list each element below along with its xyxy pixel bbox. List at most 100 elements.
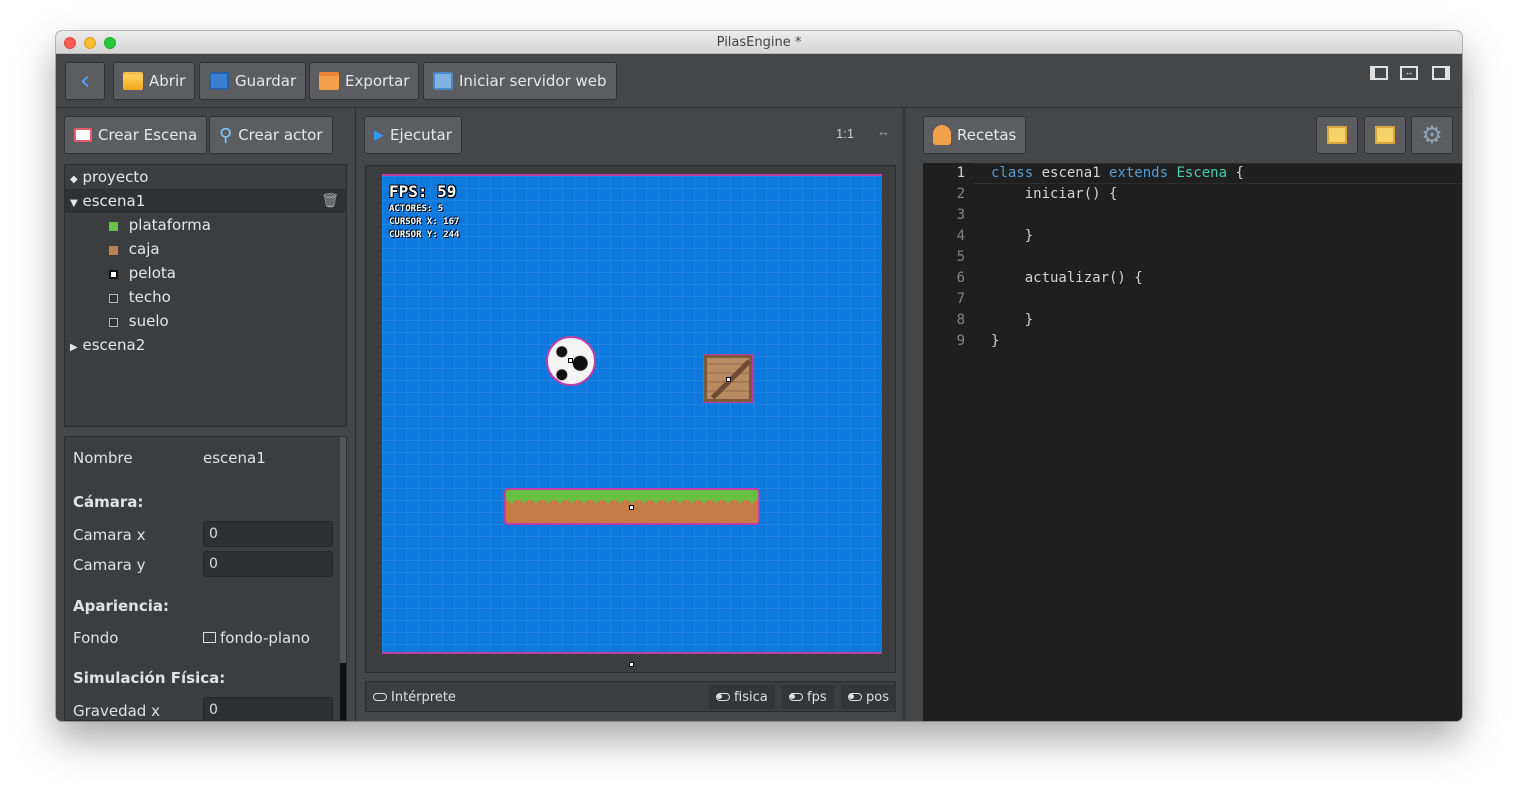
tree-item-label: proyecto bbox=[82, 168, 149, 186]
export-button[interactable]: Exportar bbox=[309, 62, 420, 100]
background-value-text: fondo-plano bbox=[220, 629, 310, 647]
camera-x-input[interactable]: 0 bbox=[203, 521, 333, 547]
right-panel: Recetas ⚙ 1 2 3 4 5 6 7 8 9 class escena bbox=[906, 108, 1462, 721]
tree-item-label: plataforma bbox=[128, 216, 211, 234]
create-scene-button[interactable]: Crear Escena bbox=[64, 116, 208, 154]
properties-scrollbar[interactable] bbox=[340, 437, 346, 720]
line-number-gutter: 1 2 3 4 5 6 7 8 9 bbox=[923, 163, 973, 721]
save-disk-icon bbox=[209, 72, 229, 90]
play-icon: ▶ bbox=[374, 127, 384, 143]
image-icon bbox=[203, 632, 216, 643]
scene-map-settings-button[interactable] bbox=[1316, 116, 1358, 154]
line-number: 5 bbox=[956, 249, 965, 265]
window-title: PilasEngine * bbox=[716, 35, 802, 50]
tree-item-label: escena1 bbox=[82, 192, 146, 210]
create-actor-label: Crear actor bbox=[238, 126, 323, 144]
tree-item-label: techo bbox=[128, 288, 171, 306]
toggle-off-icon bbox=[373, 693, 387, 701]
recipes-label: Recetas bbox=[957, 126, 1017, 144]
actor-origin-marker[interactable] bbox=[568, 358, 573, 363]
toggle-right-panel-icon[interactable] bbox=[1432, 66, 1450, 80]
tree-item-label: pelota bbox=[128, 264, 176, 282]
console-bar: Intérprete fisica fps pos bbox=[365, 681, 896, 712]
line-number: 8 bbox=[956, 312, 965, 328]
actor-figure-icon: ⚲ bbox=[219, 124, 233, 146]
app-window: PilasEngine * ‹ Abrir Guardar Exportar I… bbox=[56, 31, 1462, 721]
tree-item-actor[interactable]: plataforma bbox=[65, 213, 346, 237]
background-label: Fondo bbox=[73, 629, 119, 647]
open-label: Abrir bbox=[149, 72, 186, 90]
actor-origin-marker[interactable] bbox=[629, 505, 634, 510]
line-number: 4 bbox=[956, 228, 965, 244]
properties-panel: Nombre escena1 Cámara: Camara x 0 Camara… bbox=[64, 436, 347, 721]
main-toolbar: ‹ Abrir Guardar Exportar Iniciar servido… bbox=[56, 54, 1462, 108]
gravity-x-input[interactable]: 0 bbox=[203, 697, 333, 720]
run-label: Ejecutar bbox=[390, 126, 452, 144]
toggle-left-panel-icon[interactable] bbox=[1370, 66, 1388, 80]
create-actor-button[interactable]: ⚲ Crear actor bbox=[209, 116, 333, 154]
tree-item-label: caja bbox=[128, 240, 160, 258]
tree-item-project[interactable]: ◆ proyecto bbox=[65, 165, 346, 189]
fps-toggle[interactable]: fps bbox=[782, 685, 834, 709]
camera-y-input[interactable]: 0 bbox=[203, 551, 333, 577]
left-panel: Crear Escena ⚲ Crear actor ◆ proyecto ▼ … bbox=[56, 108, 356, 721]
scene-icon bbox=[74, 128, 92, 142]
toggle-on-icon bbox=[716, 693, 730, 701]
physics-label: fisica bbox=[734, 689, 768, 705]
tree-item-escena2[interactable]: ▶ escena2 bbox=[65, 333, 346, 357]
hud-actors: ACTORES: 5 bbox=[389, 204, 444, 214]
actor-suelo-marker[interactable] bbox=[629, 662, 634, 667]
tree-item-actor[interactable]: techo bbox=[65, 285, 346, 309]
camera-heading: Cámara: bbox=[73, 493, 144, 511]
actor-thumbnail-icon bbox=[109, 246, 118, 255]
actor-plataforma[interactable] bbox=[504, 488, 760, 525]
background-value[interactable]: fondo-plano bbox=[203, 629, 310, 647]
caret-right-icon[interactable]: ▶ bbox=[70, 342, 78, 353]
toggle-on-icon bbox=[848, 693, 862, 701]
gravity-x-label: Gravedad x bbox=[73, 702, 160, 720]
map-button[interactable] bbox=[1364, 116, 1406, 154]
tree-item-label: suelo bbox=[128, 312, 169, 330]
open-button[interactable]: Abrir bbox=[113, 62, 196, 100]
tree-item-actor[interactable]: pelota bbox=[65, 261, 346, 285]
recipes-button[interactable]: Recetas bbox=[923, 116, 1027, 154]
class-token: Escena bbox=[1176, 165, 1228, 181]
tree-item-label: escena2 bbox=[82, 336, 146, 354]
expand-center-icon[interactable]: ↔ bbox=[1400, 66, 1418, 80]
keyword-token: class bbox=[991, 165, 1034, 181]
physics-toggle[interactable]: fisica bbox=[709, 685, 775, 709]
line-number: 2 bbox=[956, 186, 965, 202]
save-button[interactable]: Guardar bbox=[199, 62, 307, 100]
hud-cursor-y: CURSOR Y: 244 bbox=[389, 230, 460, 240]
interpreter-toggle[interactable]: Intérprete bbox=[366, 685, 463, 709]
line-number: 9 bbox=[956, 333, 965, 349]
camera-x-label: Camara x bbox=[73, 526, 146, 544]
physics-heading: Simulación Física: bbox=[73, 669, 226, 687]
trash-icon[interactable]: 🗑 bbox=[321, 189, 339, 213]
scrollbar-thumb[interactable] bbox=[340, 663, 346, 720]
tree-item-actor[interactable]: caja bbox=[65, 237, 346, 261]
tree-item-escena1[interactable]: ▼ escena1 🗑 bbox=[65, 189, 346, 213]
pos-toggle[interactable]: pos bbox=[841, 685, 896, 709]
actor-thumbnail-icon bbox=[109, 270, 118, 279]
caret-down-icon[interactable]: ▼ bbox=[70, 198, 78, 209]
settings-button[interactable]: ⚙ bbox=[1411, 116, 1453, 154]
name-value[interactable]: escena1 bbox=[203, 449, 266, 467]
actor-pelota[interactable] bbox=[546, 336, 596, 386]
back-button[interactable]: ‹ bbox=[65, 62, 105, 100]
center-panel: ▶ Ejecutar 1:1 ↔ FPS: 59 ACTORES: 5 CURS… bbox=[356, 108, 906, 721]
start-web-server-button[interactable]: Iniciar servidor web bbox=[423, 62, 617, 100]
code-line-1: class escena1 extends Escena { bbox=[991, 165, 1244, 181]
actor-caja[interactable] bbox=[703, 354, 753, 403]
code-line: } bbox=[991, 312, 1034, 328]
export-box-icon bbox=[319, 72, 339, 90]
line-number: 3 bbox=[956, 207, 965, 223]
run-button[interactable]: ▶ Ejecutar bbox=[364, 116, 462, 154]
zoom-level[interactable]: 1:1 bbox=[836, 126, 854, 141]
tree-item-actor[interactable]: suelo bbox=[65, 309, 346, 333]
fit-width-icon[interactable]: ↔ bbox=[877, 124, 890, 139]
actor-origin-marker[interactable] bbox=[726, 377, 731, 382]
game-stage[interactable]: FPS: 59 ACTORES: 5 CURSOR X: 167 CURSOR … bbox=[382, 174, 882, 654]
code-editor[interactable]: 1 2 3 4 5 6 7 8 9 class escena1 extends … bbox=[923, 163, 1462, 721]
hud-cursor-x: CURSOR X: 167 bbox=[389, 217, 460, 227]
